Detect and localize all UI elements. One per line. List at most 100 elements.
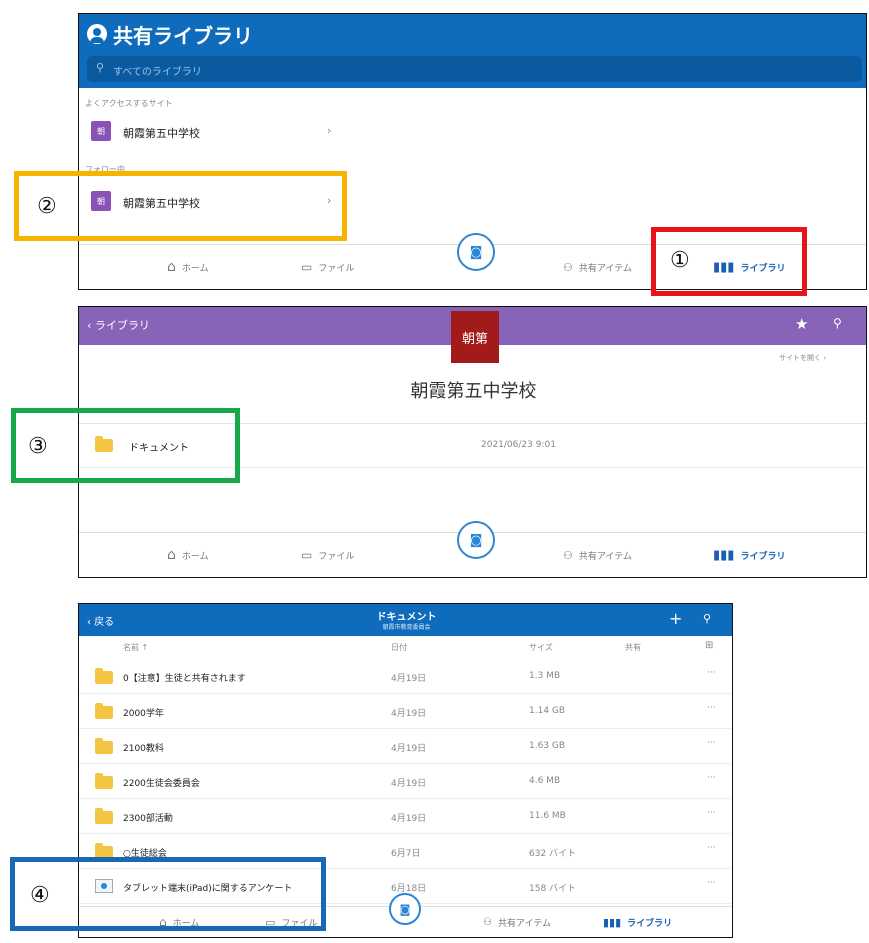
- site-item-frequent[interactable]: 朝 朝霞第五中学校 ›: [79, 114, 379, 150]
- site-name: 朝霞第五中学校: [123, 127, 200, 140]
- tab-library-label: ライブラリ: [740, 551, 786, 562]
- more-options-icon[interactable]: ···: [707, 878, 716, 888]
- library-header: 共有ライブラリ ⚲ すべてのライブラリ: [79, 14, 866, 88]
- section-label-frequent: よくアクセスするサイト: [85, 99, 173, 108]
- row-date: 4月19日: [391, 744, 427, 754]
- tab-shared-label: 共有アイテム: [578, 551, 632, 562]
- column-header-date[interactable]: 日付: [391, 642, 407, 653]
- chevron-right-icon: ›: [327, 124, 332, 137]
- tab-library-label: ライブラリ: [627, 918, 673, 929]
- people-icon: ⚇: [563, 260, 573, 274]
- row-date: 4月19日: [391, 814, 427, 824]
- row-name: 2200生徒会委員会: [123, 779, 200, 789]
- tab-home[interactable]: ⌂ ホーム: [167, 533, 209, 577]
- column-header-shared: 共有: [625, 643, 641, 652]
- more-options-icon[interactable]: ···: [707, 773, 716, 783]
- tab-home[interactable]: ⌂ ホーム: [167, 245, 209, 289]
- row-date: 6月18日: [391, 884, 427, 894]
- row-name: 2300部活動: [123, 814, 173, 824]
- library-icon: ▮▮▮: [713, 547, 735, 563]
- table-row[interactable]: 2300部活動 4月19日 11.6 MB ···: [79, 799, 732, 834]
- folder-icon: [95, 668, 113, 684]
- tab-library[interactable]: ▮▮▮ ライブラリ: [713, 533, 785, 577]
- row-size: 11.6 MB: [529, 811, 566, 821]
- people-icon: ⚇: [563, 548, 573, 562]
- account-icon[interactable]: [87, 24, 107, 44]
- callout-number-3: ③: [28, 434, 48, 459]
- more-options-icon[interactable]: ···: [707, 668, 716, 678]
- camera-icon: ◙: [399, 902, 411, 916]
- row-name: 0【注意】生徒と共有されます: [123, 674, 246, 684]
- tab-shared[interactable]: ⚇ 共有アイテム: [563, 533, 632, 577]
- callout-box-2: [14, 171, 347, 241]
- row-size: 1.3 MB: [529, 671, 561, 681]
- page-title: 共有ライブラリ: [113, 24, 253, 48]
- tab-files[interactable]: ▭ ファイル: [301, 245, 354, 289]
- more-options-icon[interactable]: ···: [707, 738, 716, 748]
- camera-button[interactable]: ◙: [457, 233, 495, 271]
- tab-files[interactable]: ▭ ファイル: [301, 533, 354, 577]
- row-size: 1.14 GB: [529, 706, 566, 716]
- row-date: 4月19日: [391, 709, 427, 719]
- search-placeholder: すべてのライブラリ: [113, 67, 202, 78]
- open-site-link[interactable]: サイトを開く ›: [779, 353, 826, 363]
- back-label: ライブラリ: [94, 319, 150, 332]
- callout-number-2: ②: [37, 194, 57, 219]
- home-icon: ⌂: [167, 547, 176, 563]
- add-icon[interactable]: +: [669, 609, 682, 628]
- callout-number-4: ④: [30, 883, 50, 908]
- more-options-icon[interactable]: ···: [707, 843, 716, 853]
- documents-subtitle: 朝霞市教育委員会: [382, 624, 431, 631]
- folder-icon: ▭: [301, 260, 313, 274]
- camera-button[interactable]: ◙: [389, 893, 421, 925]
- row-size: 632 バイト: [529, 849, 577, 859]
- tab-shared[interactable]: ⚇ 共有アイテム: [563, 245, 632, 289]
- camera-icon: ◙: [469, 244, 483, 260]
- folder-icon: [95, 703, 113, 719]
- callout-box-4: [10, 857, 326, 931]
- tab-bar: ⌂ ホーム ▭ ファイル ◙ ⚇ 共有アイテム ▮▮▮ ライブラリ: [79, 521, 866, 577]
- row-size: 4.6 MB: [529, 776, 561, 786]
- search-icon: ⚲: [96, 61, 105, 74]
- search-icon[interactable]: ⚲: [833, 316, 842, 330]
- tab-home-label: ホーム: [181, 551, 209, 562]
- row-name: 2000学年: [123, 709, 164, 719]
- search-input[interactable]: ⚲ すべてのライブラリ: [87, 56, 862, 82]
- site-badge: 朝: [91, 121, 111, 141]
- documents-header: ‹ 戻る ドキュメント 朝霞市教育委員会 + ⚲: [79, 604, 732, 636]
- row-size: 1.63 GB: [529, 741, 566, 751]
- site-title: 朝霞第五中学校: [410, 381, 537, 402]
- camera-icon: ◙: [469, 532, 483, 548]
- grid-view-icon[interactable]: ⊞: [705, 640, 713, 651]
- table-row[interactable]: 2200生徒会委員会 4月19日 4.6 MB ···: [79, 764, 732, 799]
- tab-files-label: ファイル: [318, 551, 355, 562]
- table-row[interactable]: 0【注意】生徒と共有されます 4月19日 1.3 MB ···: [79, 659, 732, 694]
- table-row[interactable]: 2100教科 4月19日 1.63 GB ···: [79, 729, 732, 764]
- tab-shared-label: 共有アイテム: [497, 918, 552, 929]
- more-options-icon[interactable]: ···: [707, 703, 716, 713]
- chevron-left-icon: ‹: [87, 319, 95, 332]
- camera-button[interactable]: ◙: [457, 521, 495, 559]
- row-size: 158 バイト: [529, 884, 577, 894]
- tab-shared[interactable]: ⚇ 共有アイテム: [483, 907, 551, 937]
- back-button[interactable]: ‹ ライブラリ: [87, 317, 150, 333]
- people-icon: ⚇: [483, 916, 492, 928]
- open-site-label: サイトを開く: [779, 354, 821, 362]
- favorite-star-icon[interactable]: ★: [795, 315, 808, 333]
- folder-icon: [95, 773, 113, 789]
- column-header-size[interactable]: サイズ: [529, 642, 553, 653]
- library-icon: ▮▮▮: [603, 915, 622, 929]
- row-date: 4月19日: [391, 674, 427, 684]
- search-icon[interactable]: ⚲: [703, 612, 711, 625]
- folder-icon: [95, 808, 113, 824]
- column-header-name[interactable]: 名前 ↑: [123, 642, 148, 653]
- tab-home-label: ホーム: [181, 263, 209, 274]
- row-date: 6月7日: [391, 849, 421, 859]
- tab-library[interactable]: ▮▮▮ ライブラリ: [603, 907, 672, 937]
- documents-title: ドキュメント: [376, 612, 437, 623]
- row-date: 4月19日: [391, 779, 427, 789]
- more-options-icon[interactable]: ···: [707, 808, 716, 818]
- tab-files-label: ファイル: [318, 263, 355, 274]
- site-logo: 朝第: [451, 311, 499, 363]
- table-row[interactable]: 2000学年 4月19日 1.14 GB ···: [79, 694, 732, 729]
